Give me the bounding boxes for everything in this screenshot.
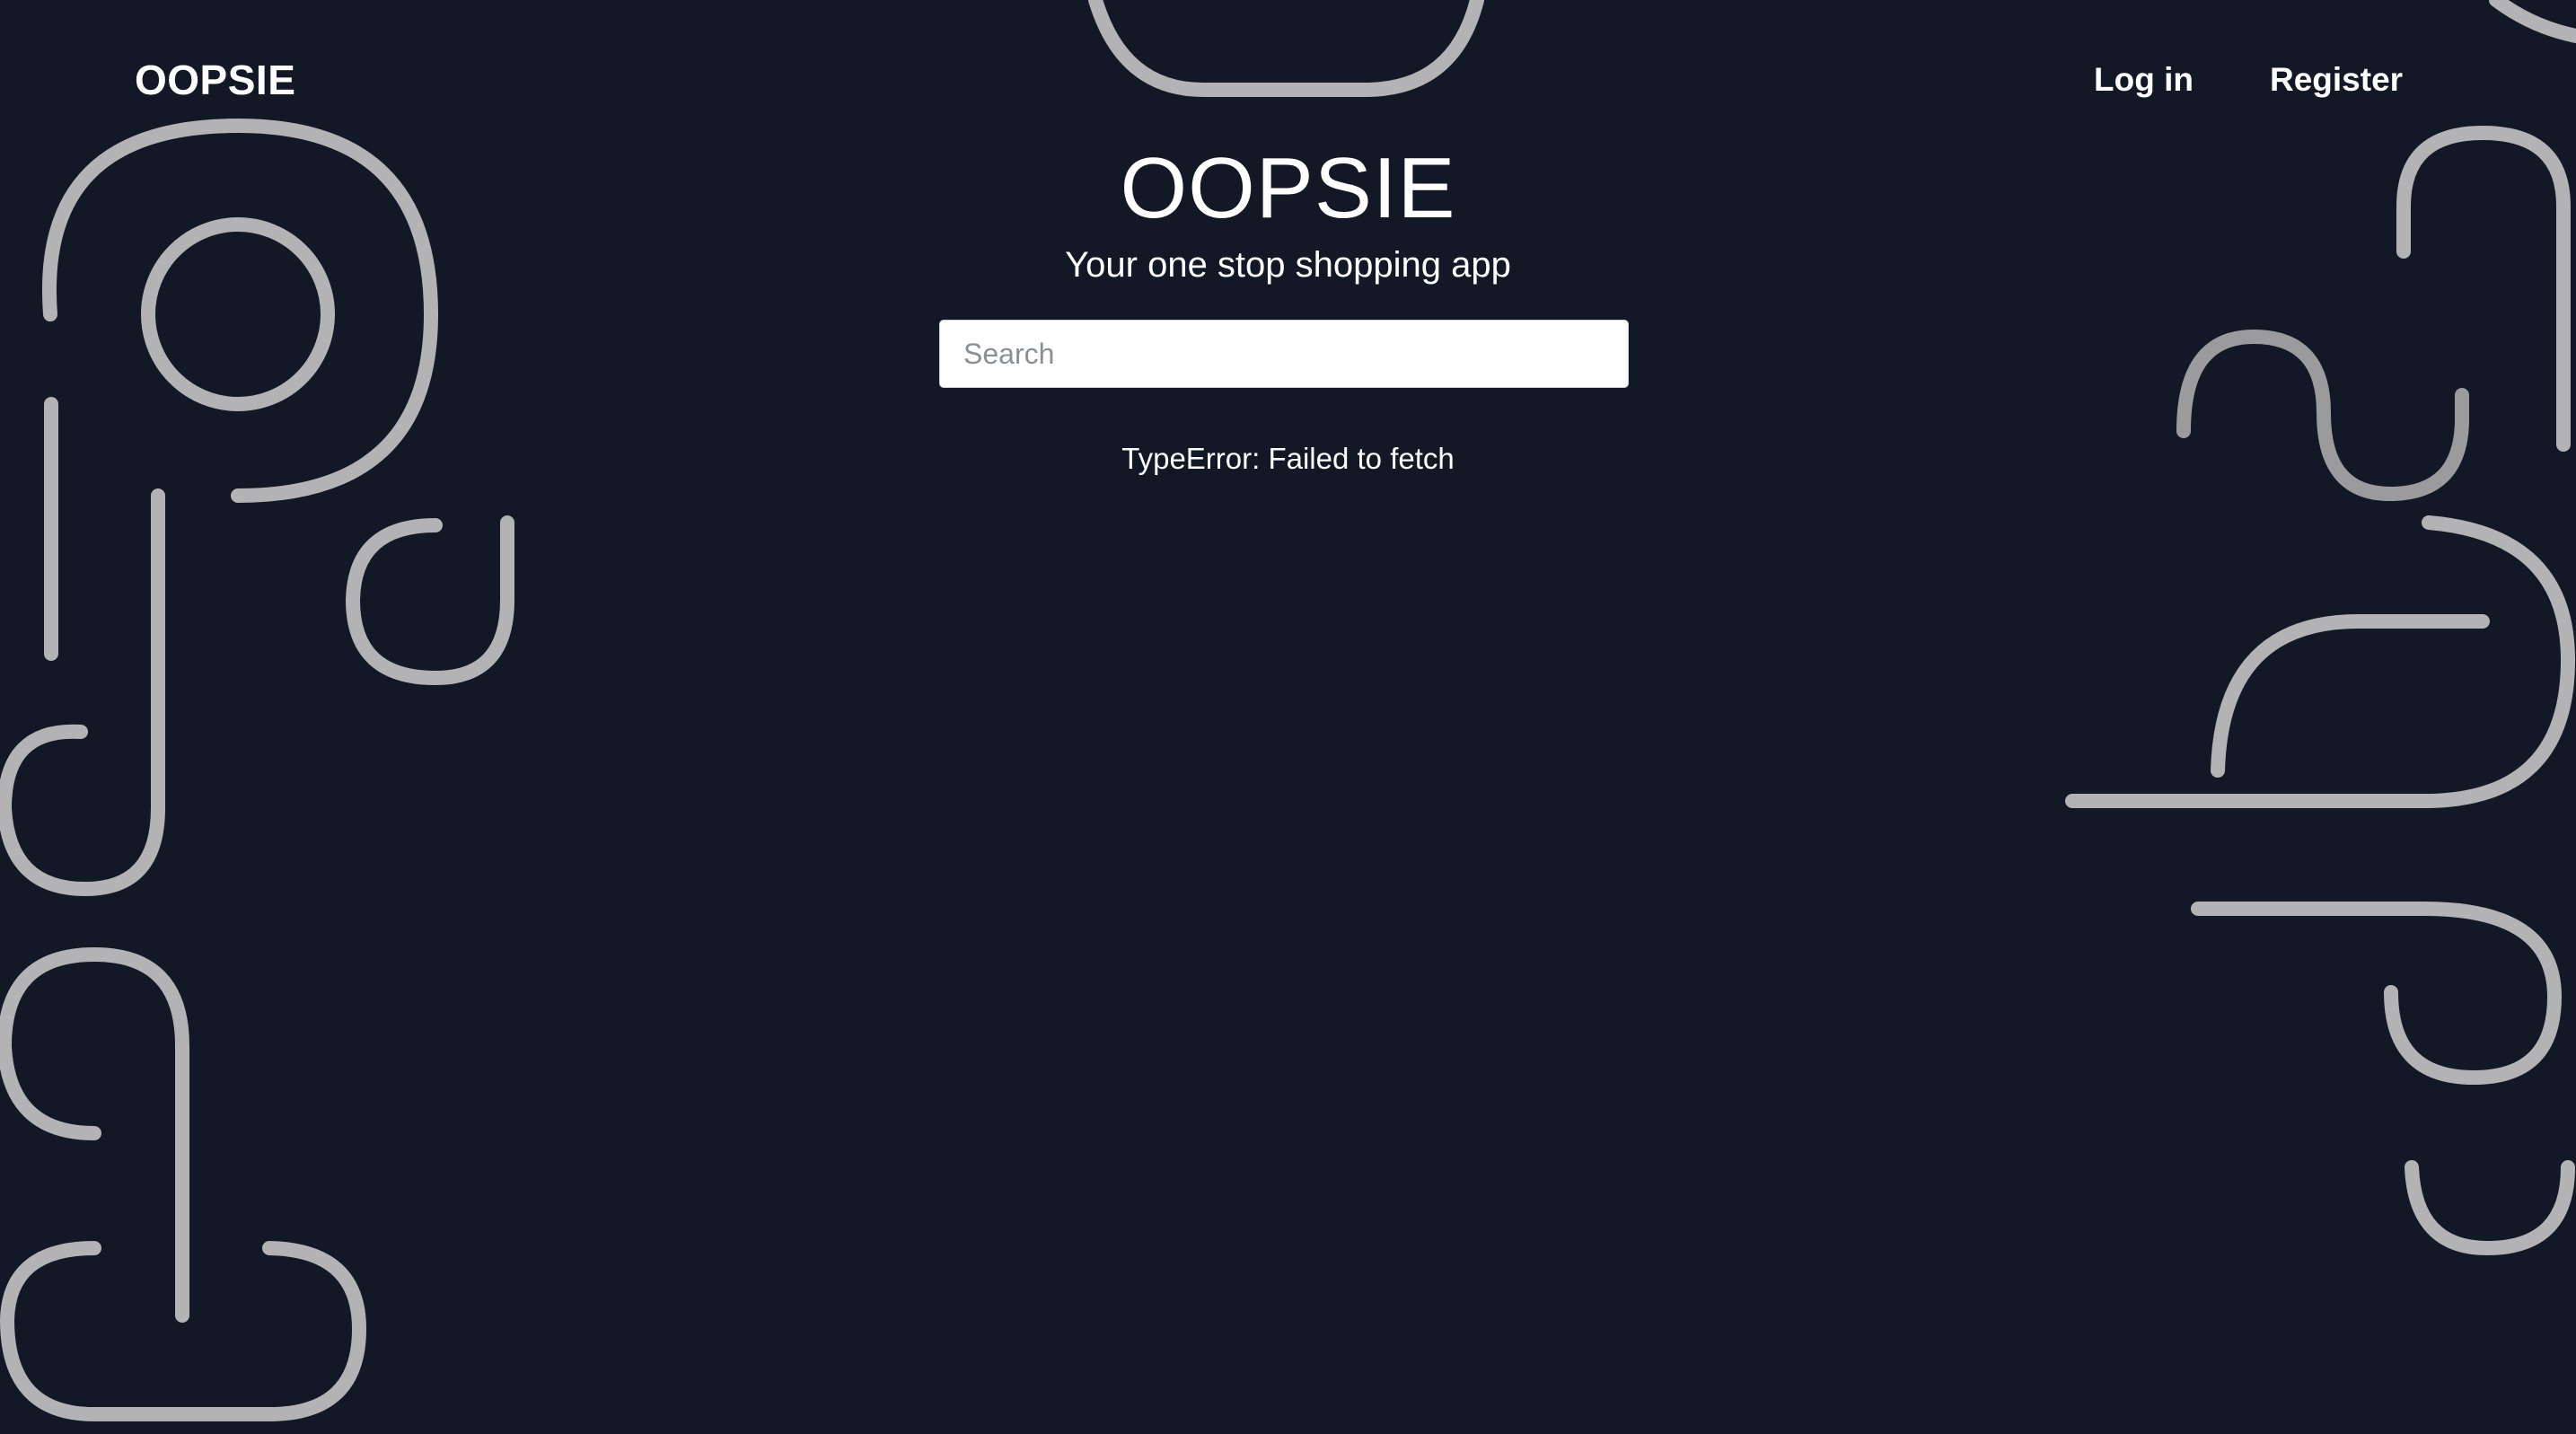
decor-right-bottom-u	[2405, 1160, 2575, 1256]
decor-left-bottom-u	[0, 1241, 367, 1421]
decor-right-hook	[2191, 902, 2563, 1086]
page-subtitle: Your one stop shopping app	[1065, 245, 1511, 285]
search-container	[939, 320, 1629, 388]
decor-right-dome	[2211, 613, 2490, 778]
login-link[interactable]: Log in	[2094, 61, 2194, 99]
page: OOPSIE Log in Register OOPSIE Your one s…	[0, 0, 2576, 1434]
decor-right-large-arc	[2065, 515, 2576, 808]
page-title: OOPSIE	[1120, 140, 1456, 236]
decor-left-small-u	[345, 515, 514, 686]
search-input[interactable]	[939, 320, 1629, 388]
decor-left-hook-1	[0, 488, 165, 897]
hero: OOPSIE Your one stop shopping app	[0, 135, 2576, 287]
error-message: TypeError: Failed to fetch	[1121, 442, 1455, 475]
register-link[interactable]: Register	[2270, 61, 2403, 99]
decor-top-right-arc	[2489, 0, 2576, 43]
decor-left-hook-2	[0, 946, 189, 1323]
top-nav: Log in Register	[0, 61, 2576, 115]
